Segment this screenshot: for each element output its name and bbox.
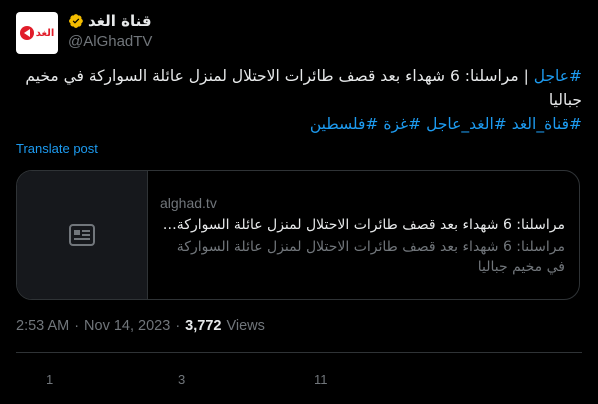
views-count: 3,772 [185, 318, 222, 334]
avatar-logo-text: الغد [35, 27, 55, 39]
repost-count[interactable]: 3 [178, 372, 185, 387]
display-name-row: قناة الغد [68, 12, 288, 30]
card-domain: alghad.tv [160, 195, 217, 211]
hashtag-link[interactable]: #الغد_عاجل [426, 115, 507, 133]
translate-post-link[interactable]: Translate post [16, 141, 98, 156]
card-title: مراسلنا: 6 شهداء بعد قصف طائرات الاحتلال… [160, 217, 565, 233]
account-avatar[interactable]: الغد [16, 12, 58, 54]
like-count[interactable]: 11 [314, 372, 328, 387]
views-label: Views [226, 318, 265, 334]
avatar-logo-mark-icon [19, 26, 34, 40]
tweet-text-main: | مراسلنا: 6 شهداء بعد قصف طائرات الاحتل… [25, 67, 582, 109]
display-name[interactable]: قناة الغد [88, 12, 152, 30]
verified-badge-icon [69, 14, 83, 28]
article-icon [69, 224, 95, 246]
account-handle[interactable]: @AlGhadTV [68, 33, 288, 50]
account-names: قناة الغد @AlGhadTV [68, 12, 288, 50]
tweet-time[interactable]: 2:53 AM [16, 318, 69, 334]
hashtag-link[interactable]: #قناة_الغد [512, 115, 582, 133]
meta-separator: · [74, 318, 80, 334]
tweet-date[interactable]: Nov 14, 2023 [84, 318, 170, 334]
link-preview-card[interactable]: alghad.tv مراسلنا: 6 شهداء بعد قصف طائرا… [16, 170, 580, 300]
card-thumbnail [17, 171, 148, 299]
divider [16, 352, 582, 353]
tweet-actions: 1 3 11 [0, 372, 598, 392]
meta-separator: · [175, 318, 181, 334]
tweet-hashtags: #قناة_الغد #الغد_عاجل #غزة #فلسطين [16, 112, 582, 136]
hashtag-link[interactable]: #غزة [383, 115, 421, 133]
tweet-meta: 2:53 AM · Nov 14, 2023 · 3,772 Views [16, 318, 265, 334]
tweet-text: #عاجل | مراسلنا: 6 شهداء بعد قصف طائرات … [16, 64, 582, 136]
tweet: الغد قناة الغد @AlGhadTV #عاجل | مراسلنا… [0, 0, 598, 404]
hashtag-link[interactable]: #عاجل [534, 67, 582, 85]
reply-count[interactable]: 1 [46, 372, 53, 387]
card-description: مراسلنا: 6 شهداء بعد قصف طائرات الاحتلال… [176, 239, 565, 275]
hashtag-link[interactable]: #فلسطين [310, 115, 379, 133]
tweet-text-paragraph: #عاجل | مراسلنا: 6 شهداء بعد قصف طائرات … [16, 64, 582, 112]
card-text: alghad.tv مراسلنا: 6 شهداء بعد قصف طائرا… [160, 195, 565, 277]
avatar-logo: الغد [19, 26, 55, 40]
